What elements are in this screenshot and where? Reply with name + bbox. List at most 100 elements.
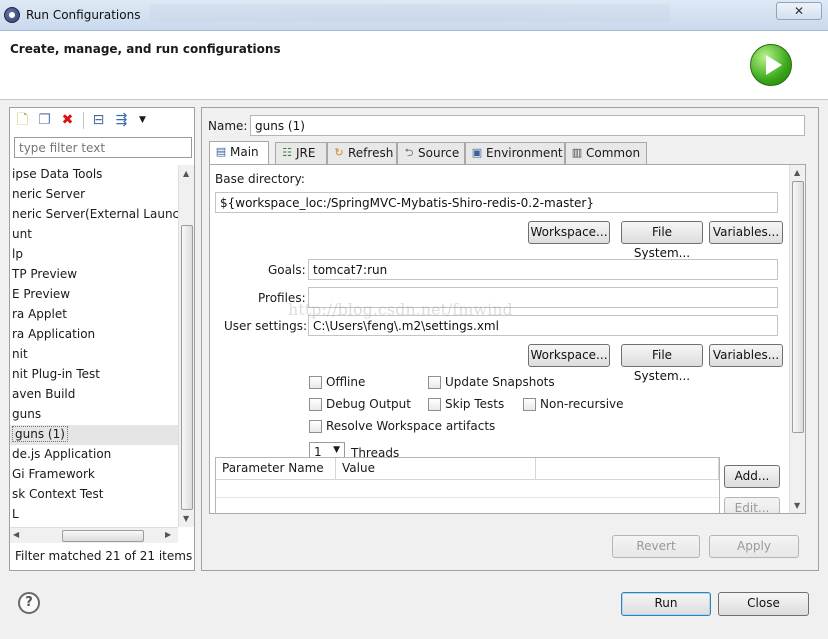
scroll-up-arrow-icon[interactable]: ▲ [183,169,189,178]
base-variables-button[interactable]: Variables... [709,221,783,244]
tree-item[interactable]: neric Server [10,185,178,205]
parameter-name-header[interactable]: Parameter Name [216,458,336,480]
environment-icon: ▣ [471,146,483,159]
tree-item-label: lp [12,247,23,261]
tree-item-label: nit Plug-in Test [12,367,100,381]
name-label: Name: [208,119,248,133]
jre-icon: ☷ [282,146,292,159]
tree-item[interactable]: de.js Application [10,445,178,465]
offline-checkbox[interactable] [309,376,322,389]
eclipse-app-icon [4,7,20,23]
tree-item[interactable]: L [10,505,178,525]
tab-common[interactable]: ▥ Common [565,142,647,164]
new-configuration-icon[interactable]: 🗋 [15,113,30,128]
base-directory-label: Base directory: [215,172,305,186]
tree-item-label: ipse Data Tools [12,167,103,181]
refresh-icon: ↻ [334,146,344,159]
skip-tests-checkbox[interactable] [428,398,441,411]
tree-item[interactable]: sk Context Test [10,485,178,505]
tab-environment[interactable]: ▣ Environment [465,142,565,164]
table-row[interactable] [216,480,719,498]
view-menu-chevron-down-icon[interactable]: ▼ [135,113,150,128]
tree-item[interactable]: ra Applet [10,305,178,325]
tree-item[interactable]: neric Server(External Launch [10,205,178,225]
skip-tests-label: Skip Tests [445,397,505,411]
main-tab-content: Base directory: Workspace... File System… [209,164,806,514]
goals-label: Goals: [268,263,306,277]
tab-main[interactable]: ▤ Main [209,141,269,164]
tree-item[interactable]: guns [10,405,178,425]
edit-parameter-button[interactable]: Edit... [724,497,780,513]
revert-button[interactable]: Revert [612,535,700,558]
base-file-system-button[interactable]: File System... [621,221,703,260]
close-button[interactable]: Close [718,592,809,616]
offline-label: Offline [326,375,366,389]
parameter-value-header[interactable]: Value [336,458,536,480]
tab-label: JRE [296,146,316,160]
tab-label: Source [418,146,460,160]
tab-label: Refresh [348,146,394,160]
base-workspace-button[interactable]: Workspace... [528,221,610,244]
tree-horizontal-scrollbar[interactable]: ◀ ▶ [10,527,178,543]
resolve-workspace-checkbox[interactable] [309,420,322,433]
apply-button[interactable]: Apply [709,535,799,558]
tree-item[interactable]: unt [10,225,178,245]
window-close-button[interactable]: ✕ [776,2,822,20]
tab-jre[interactable]: ☷ JRE [275,142,327,164]
duplicate-configuration-icon[interactable]: ❐ [37,113,52,128]
user-settings-label: User settings: [224,319,308,333]
tree-item-label: Gi Framework [12,467,95,481]
goals-input[interactable] [308,259,778,280]
tree-item[interactable]: ra Application [10,325,178,345]
tree-item[interactable]: guns (1) [10,425,178,445]
run-button[interactable]: Run [621,592,711,616]
tree-item-label: ra Applet [12,307,67,321]
tab-vertical-scrollbar[interactable]: ▲ ▼ [789,165,805,513]
scroll-thumb[interactable] [792,181,804,433]
scroll-left-arrow-icon[interactable]: ◀ [13,530,19,539]
tab-refresh[interactable]: ↻ Refresh [327,142,397,164]
base-directory-input[interactable] [215,192,778,213]
tab-label: Main [230,145,259,159]
tree-item[interactable]: E Preview [10,285,178,305]
background-taskbar-blur [150,4,670,22]
debug-output-checkbox[interactable] [309,398,322,411]
tree-item[interactable]: nit Plug-in Test [10,365,178,385]
scroll-thumb-horizontal[interactable] [62,530,144,542]
add-parameter-button[interactable]: Add... [724,465,780,488]
tree-item-label: E Preview [12,287,71,301]
scroll-up-arrow-icon[interactable]: ▲ [794,168,800,177]
filter-input[interactable] [14,137,192,158]
help-icon[interactable]: ? [18,592,40,614]
tree-item[interactable]: ipse Data Tools [10,165,178,185]
collapse-all-icon[interactable]: ⊟ [91,113,106,128]
configuration-tree: ipse Data Tools neric Server neric Server(… [10,165,178,525]
update-snapshots-label: Update Snapshots [445,375,555,389]
settings-workspace-button[interactable]: Workspace... [528,344,610,367]
settings-file-system-button[interactable]: File System... [621,344,703,383]
filter-configurations-icon[interactable]: ⇶ [114,113,129,128]
scroll-down-arrow-icon[interactable]: ▼ [794,501,800,510]
scroll-right-arrow-icon[interactable]: ▶ [165,530,171,539]
name-input[interactable] [250,115,805,136]
tree-vertical-scrollbar[interactable]: ▲ ▼ [178,165,194,527]
tree-item-label: ra Application [12,327,96,341]
settings-variables-button[interactable]: Variables... [709,344,783,367]
tree-item[interactable]: lp [10,245,178,265]
run-banner-icon [750,44,792,86]
chevron-down-icon: ▼ [333,445,340,455]
tree-item[interactable]: TP Preview [10,265,178,285]
tab-source[interactable]: ⮌ Source [397,142,465,164]
tree-item-label: de.js Application [12,447,112,461]
tree-item-label: sk Context Test [12,487,104,501]
parameters-table[interactable]: Parameter Name Value [215,457,720,513]
scroll-thumb[interactable] [181,225,193,510]
update-snapshots-checkbox[interactable] [428,376,441,389]
scroll-down-arrow-icon[interactable]: ▼ [183,514,189,523]
tree-item[interactable]: aven Build [10,385,178,405]
tree-item[interactable]: nit [10,345,178,365]
non-recursive-checkbox[interactable] [523,398,536,411]
tree-item[interactable]: Gi Framework [10,465,178,485]
tree-item-label: L [12,507,19,521]
delete-configuration-icon[interactable]: ✖ [60,113,75,128]
